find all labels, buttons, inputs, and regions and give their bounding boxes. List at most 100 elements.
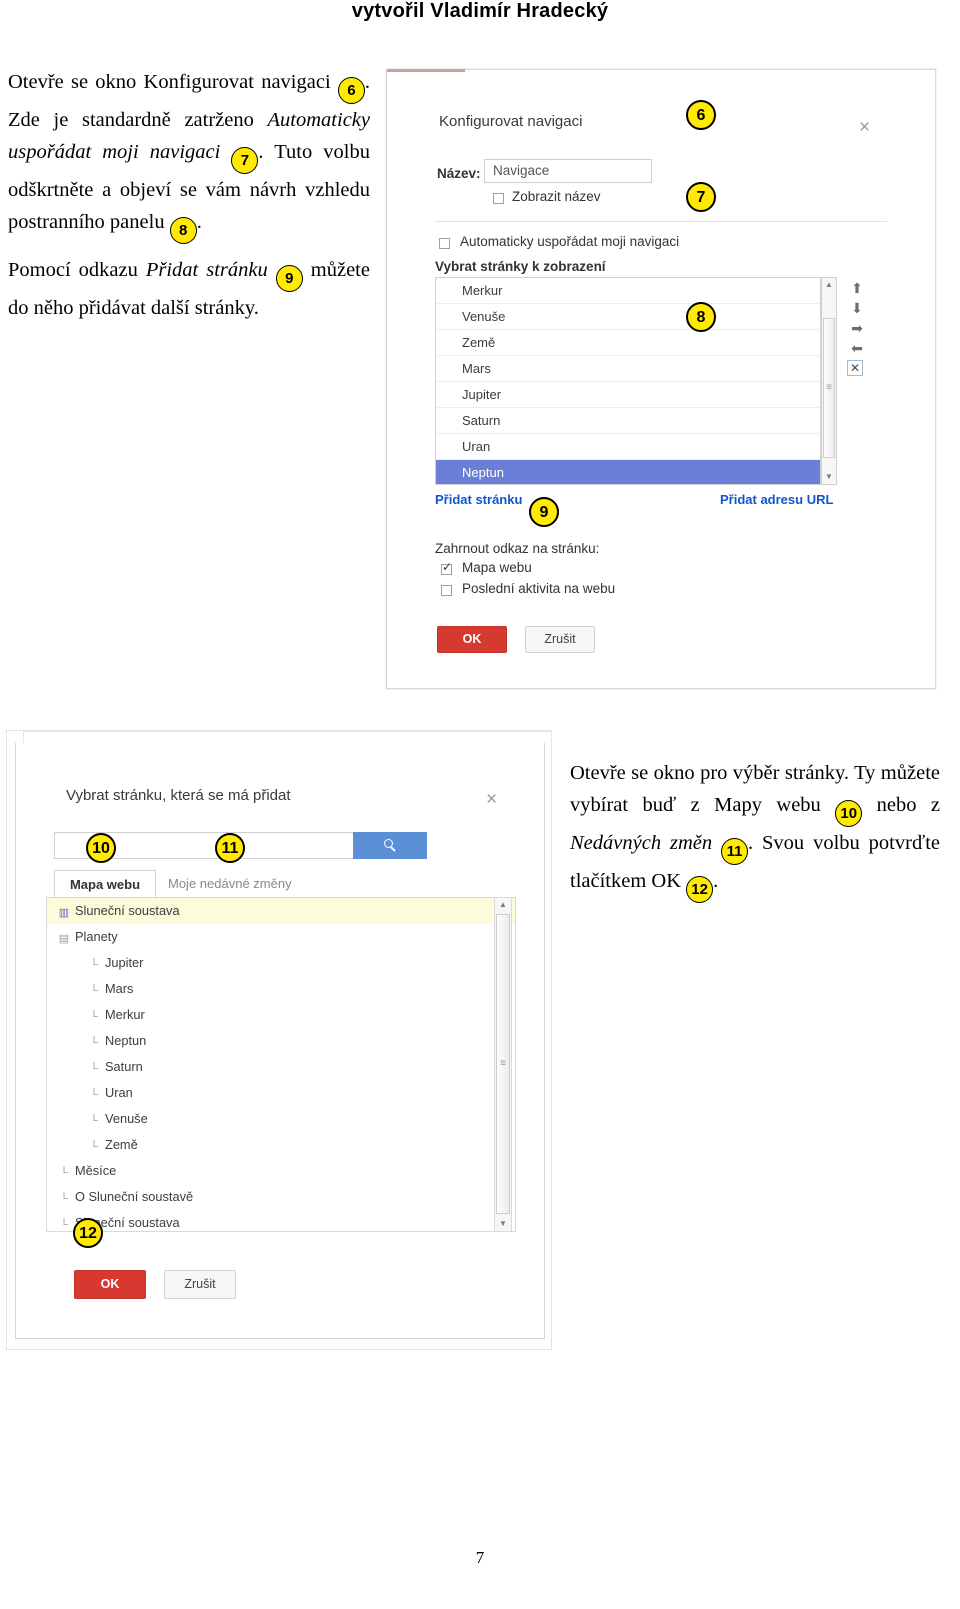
show-name-checkbox[interactable] [493, 193, 504, 204]
scrollbar-thumb[interactable] [496, 914, 510, 1214]
add-url-link[interactable]: Přidat adresu URL [720, 492, 833, 507]
tree-item[interactable]: ▥ Sluneční soustava [47, 898, 515, 924]
tree-item-label: Merkur [105, 1007, 145, 1022]
pages-listbox[interactable]: Merkur Venuše Země Mars Jupiter Saturn Uran Nep… [435, 277, 821, 485]
ok-button[interactable]: OK [74, 1270, 146, 1299]
close-icon[interactable]: × [486, 790, 497, 809]
scroll-up-arrow-icon[interactable]: ▲ [822, 278, 836, 292]
branch-icon: └ [90, 1063, 98, 1075]
tree-item-label: Měsíce [75, 1163, 117, 1178]
configure-navigation-dialog: Konfigurovat navigaci × Název: Navigace … [387, 73, 935, 685]
callout-6: 6 [686, 100, 716, 130]
tree-item-label: Venuše [105, 1111, 148, 1126]
list-item[interactable]: Venuše [436, 304, 820, 330]
callout-8: 8 [686, 302, 716, 332]
tree-item-label: Sluneční soustava [75, 903, 180, 918]
tree-item-label: O Sluneční soustavě [75, 1189, 194, 1204]
list-item[interactable]: Saturn [436, 408, 820, 434]
recent-activity-checkbox[interactable] [441, 585, 452, 596]
list-item[interactable]: Mars [436, 356, 820, 382]
paragraph-1: Otevře se okno Konfigurovat navigaci 6. … [8, 66, 370, 244]
callout-9-inline: 9 [275, 265, 303, 292]
text-run: Pomocí odkazu [8, 259, 146, 281]
branch-icon: └ [60, 1167, 68, 1179]
tree-item[interactable]: └ Uran [47, 1080, 515, 1106]
callout-12-inline: 12 [686, 876, 714, 903]
scroll-up-arrow-icon[interactable]: ▲ [495, 898, 511, 912]
scrollbar-thumb[interactable] [823, 318, 835, 458]
tab-sitemap[interactable]: Mapa webu [54, 870, 156, 897]
callout-10-inline: 10 [835, 800, 863, 827]
ok-button[interactable]: OK [437, 626, 507, 653]
tree-item[interactable]: └ Jupiter [47, 950, 515, 976]
tree-item[interactable]: └ O Sluneční soustavě [47, 1184, 515, 1210]
text-run: nebo z [862, 794, 940, 816]
name-input[interactable]: Navigace [484, 159, 652, 183]
auto-arrange-label: Automaticky uspořádat moji navigaci [460, 234, 680, 249]
pages-list-scrollbar[interactable]: ▲ ▼ [821, 277, 837, 485]
page-header: vytvořil Vladimír Hradecký [0, 0, 960, 23]
name-label: Název: [437, 166, 481, 181]
text-run: . [196, 211, 202, 233]
page-icon: ▥ [58, 907, 70, 919]
text-run: Otevře se okno Konfigurovat navigaci [8, 71, 338, 93]
list-item[interactable]: Země [436, 330, 820, 356]
close-icon[interactable]: × [859, 118, 870, 137]
sitemap-checkbox[interactable] [441, 560, 452, 575]
tree-item[interactable]: └ Mars [47, 976, 515, 1002]
branch-icon: └ [90, 985, 98, 997]
callout-7-inline: 7 [231, 147, 259, 174]
outdent-left-icon[interactable]: ⬅ [847, 339, 867, 357]
select-pages-label: Vybrat stránky k zobrazení [435, 259, 606, 274]
list-tool-column: ⬆ ⬇ ➡ ⬅ ✕ [847, 279, 869, 389]
dialog-title: Konfigurovat navigaci [439, 113, 583, 130]
sitemap-tree[interactable]: ▥ Sluneční soustava ▤ Planety └ Jupiter └ Mars └… [46, 897, 516, 1232]
tree-item[interactable]: └ Země [47, 1132, 515, 1158]
pick-page-dialog: Vybrat stránku, která se má přidat × Map… [15, 743, 545, 1339]
tree-scrollbar[interactable]: ▲ ▼ [494, 897, 512, 1232]
tree-item[interactable]: └ Merkur [47, 1002, 515, 1028]
right-text-block: Otevře se okno pro výběr stránky. Ty můž… [570, 757, 940, 903]
tab-bar: Mapa webu Moje nedávné změny [54, 870, 524, 897]
indent-right-icon[interactable]: ➡ [847, 319, 867, 337]
tree-item[interactable]: └ Měsíce [47, 1158, 515, 1184]
scroll-down-arrow-icon[interactable]: ▼ [495, 1217, 511, 1231]
left-text-block: Otevře se okno Konfigurovat navigaci 6. … [8, 66, 370, 324]
window-outer-frame [23, 731, 552, 743]
add-page-link[interactable]: Přidat stránku [435, 492, 522, 507]
branch-icon: └ [90, 959, 98, 971]
callout-12: 12 [73, 1218, 103, 1248]
tree-item-label: Saturn [105, 1059, 143, 1074]
list-item[interactable]: Merkur [436, 278, 820, 304]
tree-item[interactable]: └ Venuše [47, 1106, 515, 1132]
tree-item-label: Mars [105, 981, 134, 996]
tab-recent-changes[interactable]: Moje nedávné změny [166, 870, 292, 897]
paragraph-3: Otevře se okno pro výběr stránky. Ty můž… [570, 757, 940, 903]
move-up-icon[interactable]: ⬆ [847, 279, 867, 297]
tree-item[interactable]: ▤ Planety [47, 924, 515, 950]
remove-icon[interactable]: ✕ [847, 360, 863, 376]
tree-item-label: Země [105, 1137, 138, 1152]
tree-item[interactable]: └ Sluneční soustava [47, 1210, 515, 1231]
search-button[interactable] [353, 832, 427, 859]
list-item[interactable]: Neptun [436, 460, 820, 484]
auto-arrange-checkbox[interactable] [439, 238, 450, 249]
tree-item[interactable]: └ Neptun [47, 1028, 515, 1054]
dialog-title: Vybrat stránku, která se má přidat [66, 787, 291, 804]
scroll-down-arrow-icon[interactable]: ▼ [822, 470, 836, 484]
sitemap-label: Mapa webu [462, 560, 532, 575]
branch-icon: └ [60, 1219, 68, 1231]
callout-6-inline: 6 [337, 77, 365, 104]
callout-8-inline: 8 [169, 217, 197, 244]
list-item[interactable]: Jupiter [436, 382, 820, 408]
callout-9: 9 [529, 497, 559, 527]
tree-item[interactable]: └ Saturn [47, 1054, 515, 1080]
tree-item-label: Neptun [105, 1033, 147, 1048]
list-item[interactable]: Uran [436, 434, 820, 460]
page-number: 7 [475, 1548, 485, 1567]
move-down-icon[interactable]: ⬇ [847, 299, 867, 317]
branch-icon: └ [90, 1011, 98, 1023]
cancel-button[interactable]: Zrušit [525, 626, 595, 653]
callout-7: 7 [686, 182, 716, 212]
cancel-button[interactable]: Zrušit [164, 1270, 236, 1299]
